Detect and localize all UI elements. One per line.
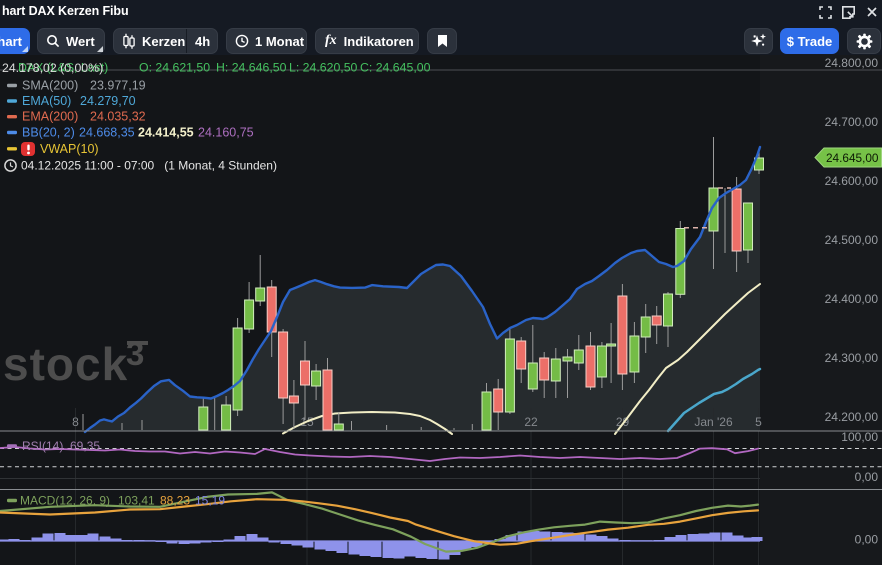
svg-text:24.645,00: 24.645,00 xyxy=(826,151,879,165)
svg-text:MACD(12, 26, 9)103,41: MACD(12, 26, 9)103,41 xyxy=(20,494,155,508)
svg-text:24.200,00: 24.200,00 xyxy=(825,410,879,424)
svg-text:5: 5 xyxy=(755,415,762,429)
svg-text:24.300,00: 24.300,00 xyxy=(825,351,879,365)
svg-text:0,00: 0,00 xyxy=(855,533,879,547)
svg-text:24.500,00: 24.500,00 xyxy=(825,233,879,247)
svg-text:8: 8 xyxy=(72,415,79,429)
svg-text:3: 3 xyxy=(126,335,144,372)
svg-text:100,00: 100,00 xyxy=(841,430,878,444)
svg-text:RSI(14) 69,35: RSI(14) 69,35 xyxy=(22,439,100,453)
svg-text:BB(20, 2)24.668,35: BB(20, 2)24.668,35 xyxy=(22,126,135,140)
svg-text:24.414,55: 24.414,55 xyxy=(138,126,194,140)
svg-text:24.700,00: 24.700,00 xyxy=(825,115,879,129)
svg-text:22: 22 xyxy=(524,415,538,429)
svg-text:stock: stock xyxy=(3,338,128,390)
svg-text:24.800,00: 24.800,00 xyxy=(825,56,879,70)
svg-text:24.160,75: 24.160,75 xyxy=(198,126,254,140)
svg-text:24.400,00: 24.400,00 xyxy=(825,292,879,306)
svg-text:88,23: 88,23 xyxy=(160,494,190,508)
svg-text:24.178,02 (0,00%): 24.178,02 (0,00%) xyxy=(2,61,103,75)
svg-text:15,19: 15,19 xyxy=(195,494,225,508)
svg-text:VWAP(10): VWAP(10) xyxy=(40,142,99,156)
svg-text:24.600,00: 24.600,00 xyxy=(825,174,879,188)
svg-text:Jan '26: Jan '26 xyxy=(694,415,733,429)
svg-text:04.12.2025 11:00 - 07:00 (1: 04.12.2025 11:00 - 07:00 (1 Monat, 4 Stu… xyxy=(21,159,277,173)
svg-text:0,00: 0,00 xyxy=(855,470,879,484)
